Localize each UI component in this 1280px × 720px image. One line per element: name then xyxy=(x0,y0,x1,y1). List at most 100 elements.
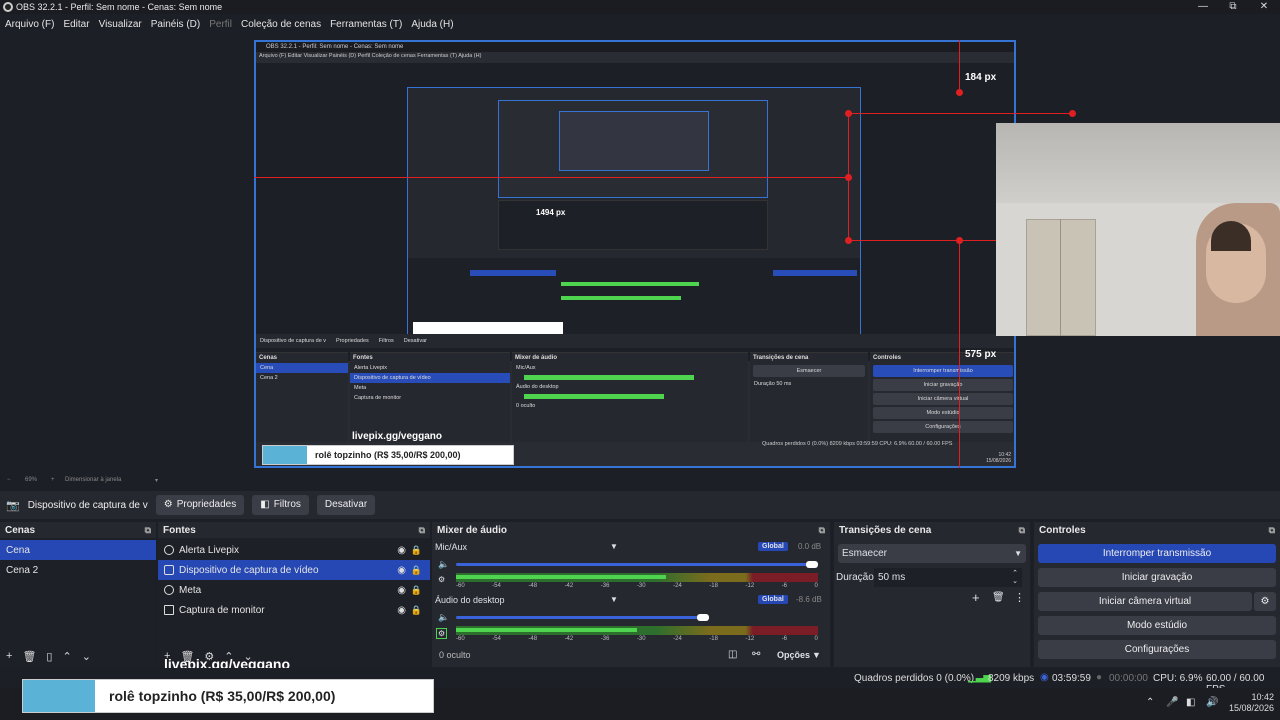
menu-file[interactable]: Arquivo (F) xyxy=(5,19,54,30)
global-badge[interactable]: Global xyxy=(758,542,788,551)
dock-menu-icon[interactable]: ⧉ xyxy=(419,525,425,536)
global-badge[interactable]: Global xyxy=(758,595,788,604)
bbox-handle[interactable] xyxy=(845,174,852,181)
lock-icon[interactable]: 🔒 xyxy=(411,605,422,616)
down-icon[interactable]: ⌄ xyxy=(82,650,91,663)
transition-select[interactable]: Esmaecer ▼ xyxy=(838,544,1026,563)
bbox-handle[interactable] xyxy=(845,110,852,117)
properties-button[interactable]: ⚙ Propriedades xyxy=(155,495,245,515)
eye-icon[interactable]: ◉ xyxy=(397,545,406,556)
menu-docks[interactable]: Painéis (D) xyxy=(151,19,200,30)
chevron-up-icon[interactable]: ⌃ xyxy=(1146,697,1154,708)
zoom-in-icon[interactable]: + xyxy=(51,477,55,483)
add-icon[interactable]: + xyxy=(6,650,12,663)
preview-capture[interactable]: OBS 32.2.1 - Perfil: Sem nome - Cenas: S… xyxy=(254,40,1016,468)
tick-label: -42 xyxy=(564,583,574,589)
menu-scene-collection[interactable]: Coleção de cenas xyxy=(241,19,321,30)
tick-label: -6 xyxy=(781,583,788,589)
stop-streaming-button[interactable]: Interromper transmissão xyxy=(1038,544,1276,563)
menu-view[interactable]: Visualizar xyxy=(99,19,142,30)
chevron-down-icon[interactable]: ▼ xyxy=(812,650,821,660)
bbox-top xyxy=(848,113,1073,114)
duration-input[interactable]: 50 ms ⌃ ⌄ xyxy=(874,568,1022,587)
menu-edit[interactable]: Editar xyxy=(63,19,89,30)
volume-knob[interactable] xyxy=(806,561,818,568)
eye-icon[interactable]: ◉ xyxy=(397,605,406,616)
eye-icon[interactable]: ◉ xyxy=(397,565,406,576)
source-item[interactable]: Captura de monitor ◉ 🔒 xyxy=(158,600,430,620)
menu-profile[interactable]: Perfil xyxy=(209,19,232,30)
chevron-down-icon[interactable]: ▼ xyxy=(610,595,618,604)
bbox-handle[interactable] xyxy=(956,237,963,244)
tick-label: -6 xyxy=(781,636,788,642)
goal-overlay: rolê topzinho (R$ 35,00/R$ 200,00) xyxy=(22,679,434,713)
layout-icon[interactable]: ◫ xyxy=(728,649,737,660)
source-item[interactable]: Dispositivo de captura de vídeo ◉ 🔒 xyxy=(158,560,430,580)
start-virtual-camera-button[interactable]: Iniciar câmera virtual xyxy=(1038,592,1252,611)
dock-menu-icon[interactable]: ⧉ xyxy=(819,525,825,536)
speaker-icon[interactable]: 🔈 xyxy=(438,612,449,623)
zoom-out-icon[interactable]: − xyxy=(7,477,11,483)
taskbar-clock[interactable]: 10:42 15/08/2026 xyxy=(1222,692,1274,714)
more-icon[interactable]: ⋮ xyxy=(1014,591,1025,604)
sources-title: Fontes xyxy=(163,524,196,536)
dock-menu-icon[interactable]: ⧉ xyxy=(1019,525,1025,536)
restore-button[interactable]: ⧉ xyxy=(1217,0,1249,14)
minimize-button[interactable]: — xyxy=(1187,0,1219,14)
nested-inner-capture xyxy=(407,87,861,343)
volume-icon[interactable]: 🔊 xyxy=(1206,697,1218,708)
nested-mixer-dock: Mixer de áudio Mic/Aux Áudio do desktop … xyxy=(512,352,748,442)
add-icon[interactable]: + xyxy=(972,590,980,605)
bbox-handle[interactable] xyxy=(845,237,852,244)
bbox-handle[interactable] xyxy=(1069,110,1076,117)
studio-mode-button[interactable]: Modo estúdio xyxy=(1038,616,1276,635)
hidden-count[interactable]: 0 oculto xyxy=(439,650,471,660)
scale-mode[interactable]: Dimensionar à janela xyxy=(65,477,121,483)
camera-icon xyxy=(164,565,174,575)
mic-icon[interactable]: 🎤 xyxy=(1166,697,1178,708)
source-item[interactable]: Alerta Livepix ◉ 🔒 xyxy=(158,540,430,560)
settings-button[interactable]: Configurações xyxy=(1038,640,1276,659)
wifi-icon[interactable]: ◧ xyxy=(1186,697,1195,708)
settings-icon[interactable]: ⚙ xyxy=(438,575,445,584)
eye-icon[interactable]: ◉ xyxy=(397,585,406,596)
filter-icon[interactable]: ▯ xyxy=(46,650,52,663)
nested-ctrl-button: Interromper transmissão xyxy=(873,365,1013,377)
link-icon[interactable]: ⚯ xyxy=(752,649,760,660)
deactivate-button[interactable]: Desativar xyxy=(316,495,376,515)
lock-icon[interactable]: 🔒 xyxy=(411,565,422,576)
menu-tools[interactable]: Ferramentas (T) xyxy=(330,19,402,30)
filters-button[interactable]: ◧ Filtros xyxy=(252,495,309,515)
zoom-level[interactable]: 69% xyxy=(25,477,37,483)
lock-icon[interactable]: 🔒 xyxy=(411,545,422,556)
scene-item[interactable]: Cena xyxy=(0,540,156,560)
chevron-down-icon[interactable]: ▼ xyxy=(610,542,618,551)
spinner-icon[interactable]: ⌃ ⌄ xyxy=(1012,570,1018,586)
nested-source-item: Captura de monitor xyxy=(354,395,402,401)
monitor-icon[interactable]: ⚙ xyxy=(436,628,448,639)
nested-filter-button: Filtros xyxy=(378,338,394,344)
up-icon[interactable]: ⌃ xyxy=(62,650,71,663)
volume-knob[interactable] xyxy=(697,614,709,621)
dock-menu-icon[interactable]: ⧉ xyxy=(1269,525,1275,536)
menu-bar: Arquivo (F) Editar Visualizar Painéis (D… xyxy=(0,15,1280,33)
camera-capture[interactable] xyxy=(996,123,1280,336)
source-item[interactable]: Meta ◉ 🔒 xyxy=(158,580,430,600)
volume-slider[interactable] xyxy=(456,563,818,566)
lock-icon[interactable]: 🔒 xyxy=(411,585,422,596)
remove-icon[interactable]: 🗑 xyxy=(22,650,36,663)
dock-menu-icon[interactable]: ⧉ xyxy=(145,525,151,536)
gear-icon[interactable]: ⚙ xyxy=(1254,592,1276,611)
menu-help[interactable]: Ajuda (H) xyxy=(411,19,453,30)
scale-mode-dropdown-icon[interactable]: ▾ xyxy=(155,477,158,484)
start-recording-button[interactable]: Iniciar gravação xyxy=(1038,568,1276,587)
speaker-icon[interactable]: 🔈 xyxy=(438,559,449,570)
nested-mixer-head: Mixer de áudio xyxy=(515,355,558,361)
scene-item[interactable]: Cena 2 xyxy=(0,560,156,580)
remove-icon[interactable]: 🗑 xyxy=(992,592,1005,603)
volume-slider[interactable] xyxy=(456,616,709,619)
close-button[interactable]: ✕ xyxy=(1248,0,1280,14)
stream-time: 03:59:59 xyxy=(1052,673,1091,684)
options-button[interactable]: Opções xyxy=(777,650,810,660)
bbox-handle[interactable] xyxy=(956,89,963,96)
